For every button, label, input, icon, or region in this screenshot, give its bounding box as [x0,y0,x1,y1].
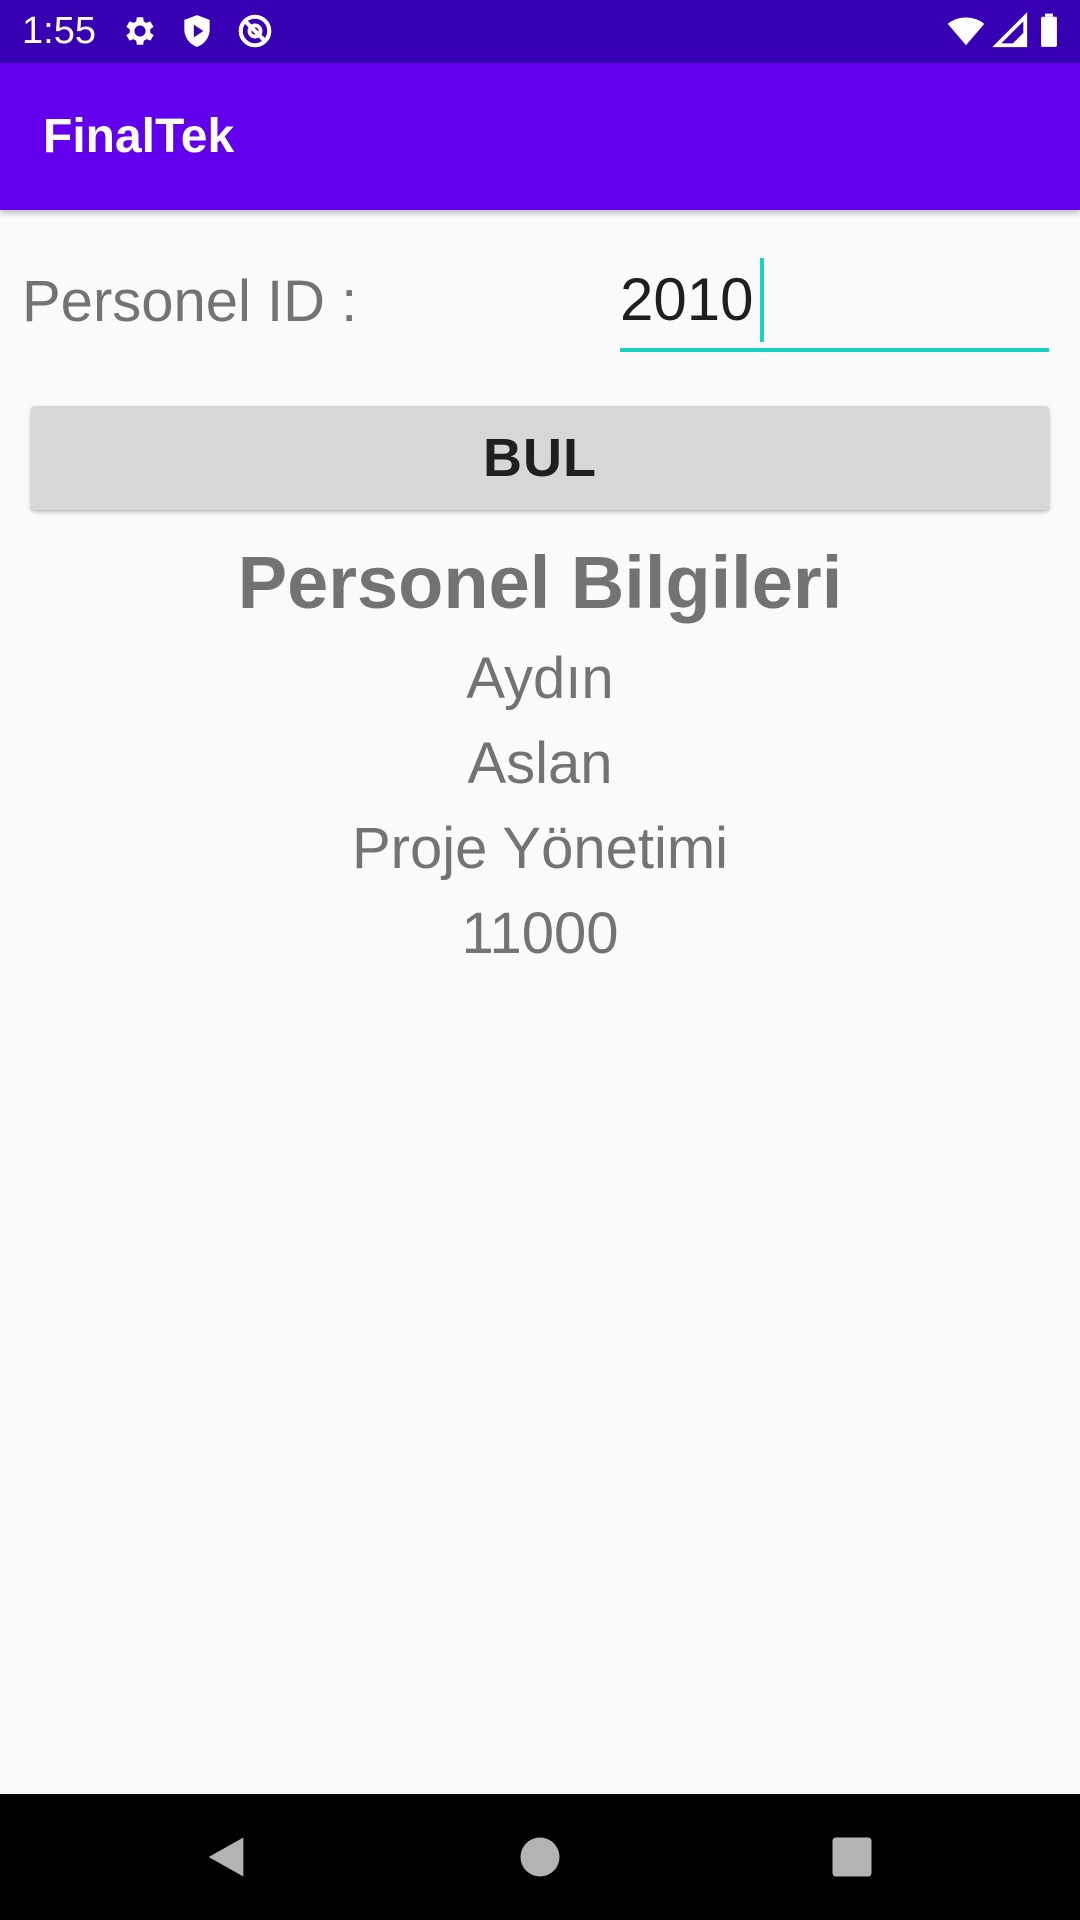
battery-icon [1036,12,1062,50]
home-icon[interactable] [514,1831,566,1883]
personnel-id-input[interactable] [620,250,1049,350]
personnel-salary: 11000 [461,901,619,966]
app-screen: 1:55 FinalTek Personel ID : BUL Person [0,0,1080,1920]
no-sync-icon [236,12,274,50]
navigation-bar [0,1794,1080,1920]
personnel-last-name: Aslan [467,731,613,796]
text-cursor [760,258,764,342]
input-underline [620,348,1049,352]
recents-icon[interactable] [826,1831,878,1883]
back-icon[interactable] [200,1831,252,1883]
signal-icon [992,12,1030,50]
status-time: 1:55 [22,10,96,52]
personnel-department: Proje Yönetimi [351,816,729,881]
personnel-first-name: Aydın [466,646,614,711]
shield-play-icon [178,12,216,50]
app-title: FinalTek [43,110,235,163]
personnel-id-label: Personel ID : [22,269,358,334]
status-bar: 1:55 [0,0,1080,63]
gear-icon [121,12,159,50]
find-button[interactable]: BUL [31,406,1049,510]
personnel-id-field[interactable] [620,250,1049,354]
app-bar: FinalTek [0,63,1080,210]
personnel-info-title: Personel Bilgileri [237,541,843,624]
wifi-icon [944,12,988,50]
